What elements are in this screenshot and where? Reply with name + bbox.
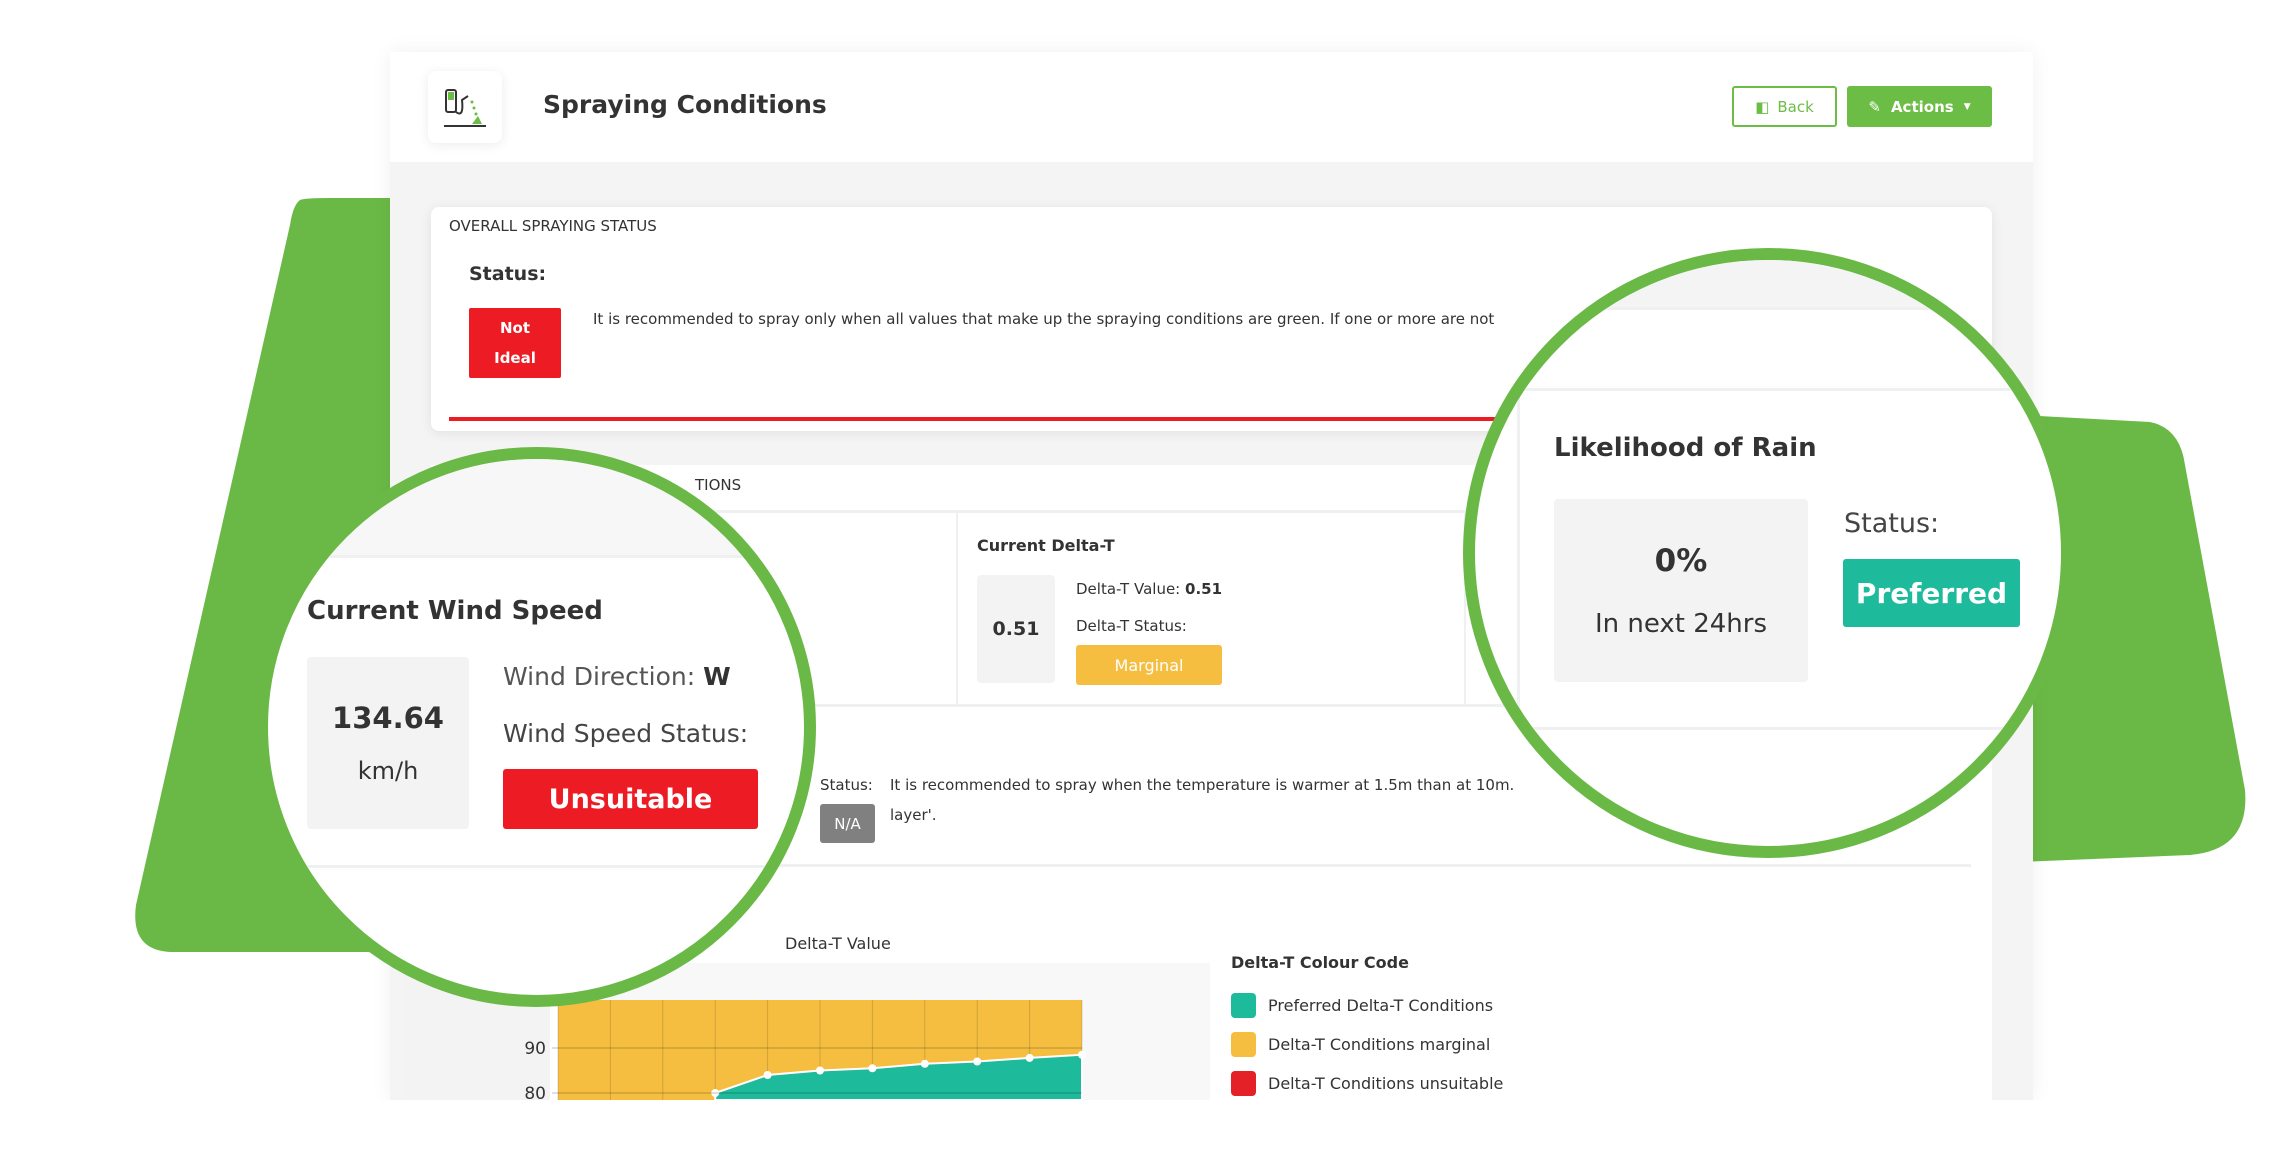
back-button[interactable]: ◧ Back <box>1732 86 1837 127</box>
wind-status-badge: Unsuitable <box>503 769 758 829</box>
data-point <box>868 1064 877 1073</box>
status-bar <box>449 417 1549 421</box>
y-tick-label: 80 <box>524 1084 546 1100</box>
wind-title: Current Wind Speed <box>307 596 603 626</box>
wind-status-label: Wind Speed Status: <box>503 719 749 748</box>
delta-t-title: Current Delta-T <box>977 536 1115 555</box>
wind-speed-magnifier: Current Wind Speed 134.64 km/h Wind Direc… <box>256 447 816 1007</box>
inversion-status-badge: N/A <box>820 804 875 843</box>
chart-title: Delta-T Value <box>785 934 891 953</box>
divider <box>1517 388 1520 846</box>
sprayer-icon <box>444 89 486 127</box>
divider <box>268 865 804 868</box>
wind-direction: Wind Direction: W <box>503 662 731 691</box>
legend-item: Delta-T Conditions marginal <box>1231 1032 1503 1057</box>
y-tick-label: 90 <box>524 1039 546 1059</box>
overall-heading: OVERALL SPRAYING STATUS <box>449 217 657 235</box>
inversion-message: It is recommended to spray when the temp… <box>890 776 1515 794</box>
back-icon: ◧ <box>1755 97 1770 116</box>
rain-title: Likelihood of Rain <box>1554 433 1817 463</box>
rain-status-badge: Preferred <box>1843 559 2020 627</box>
conditions-heading: TIONS <box>695 476 742 494</box>
rain-status-label: Status: <box>1844 508 1940 539</box>
divider <box>956 511 958 705</box>
data-point <box>763 1071 772 1079</box>
legend-title: Delta-T Colour Code <box>1231 953 1409 972</box>
actions-button[interactable]: ✎ Actions ▼ <box>1847 86 1992 127</box>
wind-value-box: 134.64 km/h <box>307 657 469 829</box>
legend: Preferred Delta-T Conditions Delta-T Con… <box>1231 993 1503 1096</box>
inversion-status-label: Status: <box>820 776 873 794</box>
divider <box>1475 388 2061 391</box>
caret-down-icon: ▼ <box>1963 101 1971 112</box>
data-point <box>1078 1050 1086 1059</box>
page-title: Spraying Conditions <box>543 90 827 119</box>
legend-item: Delta-T Conditions unsuitable <box>1231 1071 1503 1096</box>
rain-magnifier: Likelihood of Rain 0% In next 24hrs Statu… <box>1463 248 2073 858</box>
legend-swatch <box>1231 1032 1256 1057</box>
data-point <box>816 1066 824 1075</box>
delta-t-value-box: 0.51 <box>977 575 1055 683</box>
delta-t-status-label: Delta-T Status: <box>1076 617 1187 635</box>
inversion-message-tail: layer'. <box>890 806 937 824</box>
overall-status-label: Status: <box>469 263 547 285</box>
edit-icon: ✎ <box>1868 97 1881 116</box>
rain-value-box: 0% In next 24hrs <box>1554 499 1808 682</box>
data-point <box>1025 1053 1034 1062</box>
bottom-mask <box>0 1100 2290 1170</box>
spraying-logo <box>428 71 502 143</box>
data-point <box>973 1057 982 1066</box>
divider <box>268 555 804 558</box>
overall-message: It is recommended to spray only when all… <box>593 310 1495 328</box>
legend-swatch <box>1231 1071 1256 1096</box>
legend-swatch <box>1231 993 1256 1018</box>
overall-status-badge: Not Ideal <box>469 308 561 378</box>
delta-t-chart: 90 80 <box>524 1000 1086 1100</box>
divider <box>1517 727 2061 730</box>
legend-item: Preferred Delta-T Conditions <box>1231 993 1503 1018</box>
delta-t-status-badge: Marginal <box>1076 645 1222 685</box>
divider <box>1475 307 2061 310</box>
data-point <box>920 1059 929 1068</box>
delta-t-value-line: Delta-T Value: 0.51 <box>1076 580 1223 598</box>
